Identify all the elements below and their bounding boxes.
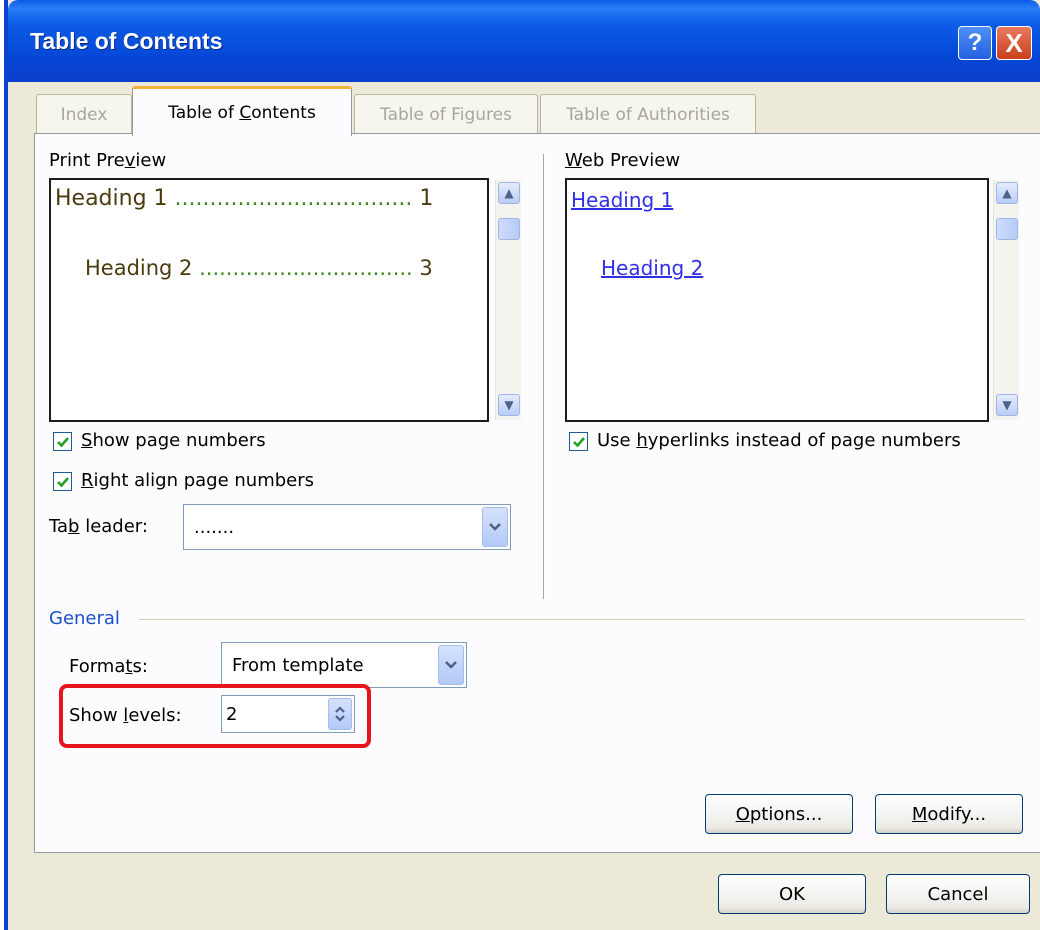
print-preview-scrollbar[interactable]: ▲ ▼ bbox=[495, 180, 521, 420]
tab-table-of-contents[interactable]: Table of Contents bbox=[132, 86, 352, 136]
tab-table-of-figures[interactable]: Table of Figures bbox=[354, 94, 538, 134]
tab-table-of-figures-label: Table of Figures bbox=[380, 104, 512, 125]
show-levels-spinner[interactable]: 2 bbox=[221, 695, 355, 733]
checkmark-icon bbox=[572, 436, 585, 447]
scroll-up-arrow-icon[interactable]: ▲ bbox=[996, 182, 1018, 204]
spinner-updown-icon[interactable] bbox=[328, 698, 352, 730]
scroll-up-arrow-icon[interactable]: ▲ bbox=[498, 182, 520, 204]
tab-index-label: Index bbox=[60, 104, 108, 125]
scroll-down-arrow-icon[interactable]: ▼ bbox=[996, 394, 1018, 416]
ok-button[interactable]: OK bbox=[718, 874, 866, 914]
close-icon[interactable]: X bbox=[996, 26, 1032, 60]
title-bar[interactable]: Table of Contents ? X bbox=[8, 0, 1040, 82]
print-preview-line-1: Heading 1 ..............................… bbox=[55, 186, 434, 211]
formats-label: Formats: bbox=[69, 656, 148, 677]
tab-leader-select[interactable]: ....... bbox=[183, 504, 511, 550]
tab-table-of-authorities[interactable]: Table of Authorities bbox=[540, 94, 756, 134]
options-button[interactable]: Options... bbox=[705, 794, 853, 834]
chevron-down-icon[interactable] bbox=[438, 645, 464, 685]
general-section-divider bbox=[139, 619, 1025, 621]
scroll-thumb[interactable] bbox=[996, 218, 1018, 240]
show-page-numbers-label[interactable]: Show page numbers bbox=[81, 430, 266, 451]
table-of-contents-dialog: Table of Contents ? X Index Table of Con… bbox=[4, 0, 1040, 930]
modify-button[interactable]: Modify... bbox=[875, 794, 1023, 834]
print-preview-label: Print Preview bbox=[49, 150, 167, 171]
tab-table-of-authorities-label: Table of Authorities bbox=[566, 104, 730, 125]
help-icon[interactable]: ? bbox=[958, 26, 992, 60]
right-align-label[interactable]: Right align page numbers bbox=[81, 470, 314, 491]
formats-select[interactable]: From template bbox=[221, 642, 467, 688]
web-preview-box: Heading 1 Heading 2 bbox=[565, 178, 989, 422]
tab-leader-value: ....... bbox=[194, 516, 235, 538]
scroll-thumb[interactable] bbox=[498, 218, 520, 240]
tab-panel: Print Preview Heading 1 ................… bbox=[34, 133, 1040, 853]
checkmark-icon bbox=[56, 476, 69, 487]
tab-table-of-contents-label: Table of Contents bbox=[168, 102, 316, 123]
tab-index[interactable]: Index bbox=[36, 94, 132, 134]
use-hyperlinks-label[interactable]: Use hyperlinks instead of page numbers bbox=[597, 430, 961, 451]
show-page-numbers-checkbox[interactable] bbox=[53, 432, 72, 451]
web-preview-label: Web Preview bbox=[565, 150, 681, 171]
scroll-down-arrow-icon[interactable]: ▼ bbox=[498, 394, 520, 416]
cancel-button[interactable]: Cancel bbox=[886, 874, 1030, 914]
tab-leader-label: Tab leader: bbox=[49, 516, 148, 537]
dialog-title: Table of Contents bbox=[30, 28, 223, 54]
web-preview-link-1[interactable]: Heading 1 bbox=[571, 188, 673, 212]
show-levels-value: 2 bbox=[226, 703, 238, 725]
print-preview-box: Heading 1 ..............................… bbox=[49, 178, 489, 422]
checkmark-icon bbox=[56, 436, 69, 447]
general-section-label: General bbox=[49, 608, 120, 629]
column-divider bbox=[543, 154, 545, 599]
chevron-down-icon[interactable] bbox=[482, 507, 508, 547]
web-preview-link-2[interactable]: Heading 2 bbox=[601, 256, 703, 280]
print-preview-line-2: Heading 2 ..............................… bbox=[85, 256, 433, 280]
web-preview-scrollbar[interactable]: ▲ ▼ bbox=[993, 180, 1019, 420]
use-hyperlinks-checkbox[interactable] bbox=[569, 432, 588, 451]
right-align-checkbox[interactable] bbox=[53, 472, 72, 491]
formats-value: From template bbox=[232, 654, 364, 676]
show-levels-label: Show levels: bbox=[69, 705, 182, 726]
